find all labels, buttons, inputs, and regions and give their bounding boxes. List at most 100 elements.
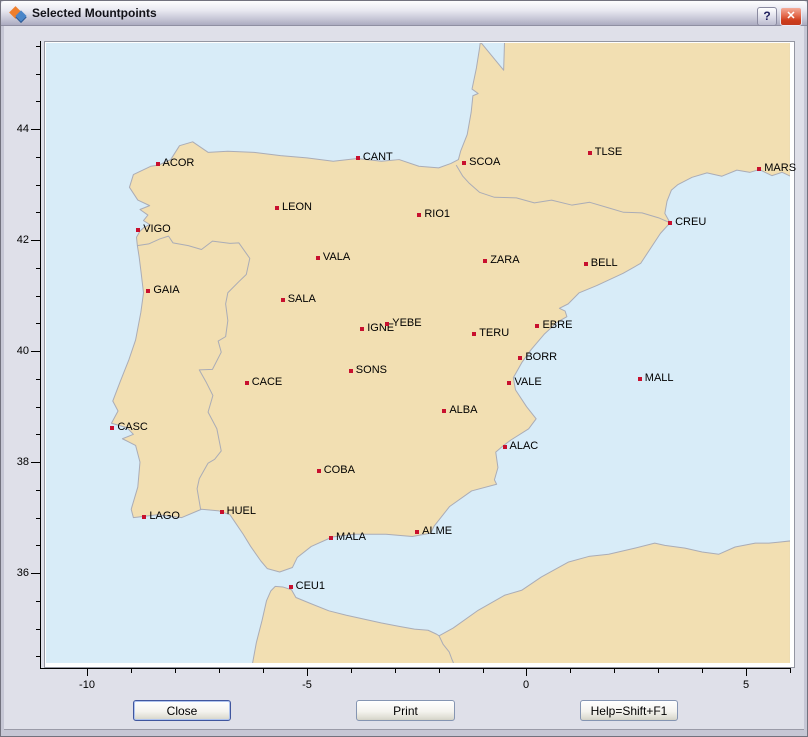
close-icon: ✕ bbox=[786, 10, 795, 22]
station-label-SCOA: SCOA bbox=[469, 156, 500, 169]
station-marker-ALAC bbox=[503, 445, 507, 449]
station-label-MALA: MALA bbox=[336, 531, 366, 544]
stations-layer: ACORCANTSCOATLSEMARSVIGOLEONRIO1CREUVALA… bbox=[46, 43, 790, 663]
x-minor-tick bbox=[658, 669, 659, 673]
window-title: Selected Mountpoints bbox=[32, 6, 157, 20]
station-marker-VIGO bbox=[136, 228, 140, 232]
station-label-CASC: CASC bbox=[117, 421, 148, 434]
window-border-bottom bbox=[1, 730, 807, 736]
y-major-tick bbox=[31, 573, 40, 574]
titlebar-close-button[interactable]: ✕ bbox=[780, 7, 802, 26]
station-marker-SONS bbox=[349, 369, 353, 373]
y-tick-label: 36 bbox=[0, 567, 29, 580]
x-major-tick bbox=[307, 669, 308, 676]
titlebar-help-button[interactable]: ? bbox=[757, 7, 777, 26]
station-marker-IGNE bbox=[360, 327, 364, 331]
station-label-CEU1: CEU1 bbox=[296, 580, 325, 593]
station-marker-MALL bbox=[638, 377, 642, 381]
x-minor-tick bbox=[175, 669, 176, 673]
station-label-ACOR: ACOR bbox=[163, 157, 195, 170]
station-label-CREU: CREU bbox=[675, 216, 706, 229]
selected-mountpoints-dialog: Selected Mountpoints ? ✕ -10-50536384042… bbox=[0, 0, 808, 737]
station-marker-CREU bbox=[668, 221, 672, 225]
station-marker-VALE bbox=[507, 381, 511, 385]
titlebar[interactable]: Selected Mountpoints ? ✕ bbox=[1, 1, 807, 26]
y-major-tick bbox=[31, 462, 40, 463]
y-minor-tick bbox=[36, 157, 40, 158]
station-marker-TERU bbox=[472, 332, 476, 336]
station-marker-ZARA bbox=[483, 259, 487, 263]
station-marker-YEBE bbox=[385, 322, 389, 326]
y-tick-label: 40 bbox=[0, 345, 29, 358]
y-minor-tick bbox=[36, 101, 40, 102]
x-minor-tick bbox=[351, 669, 352, 673]
x-minor-tick bbox=[702, 669, 703, 673]
station-label-RIO1: RIO1 bbox=[424, 208, 450, 221]
station-label-CACE: CACE bbox=[252, 376, 283, 389]
x-minor-tick bbox=[483, 669, 484, 673]
station-label-YEBE: YEBE bbox=[392, 317, 421, 330]
x-axis-line bbox=[40, 668, 791, 669]
x-minor-tick bbox=[614, 669, 615, 673]
x-minor-tick bbox=[439, 669, 440, 673]
station-marker-VALA bbox=[316, 256, 320, 260]
x-minor-tick bbox=[263, 669, 264, 673]
station-marker-HUEL bbox=[220, 510, 224, 514]
x-major-tick bbox=[746, 669, 747, 676]
station-label-ZARA: ZARA bbox=[490, 254, 519, 267]
y-minor-tick bbox=[36, 407, 40, 408]
station-marker-COBA bbox=[317, 469, 321, 473]
y-minor-tick bbox=[36, 296, 40, 297]
y-minor-tick bbox=[36, 74, 40, 75]
x-minor-tick bbox=[131, 669, 132, 673]
station-label-HUEL: HUEL bbox=[227, 505, 256, 518]
station-label-ALAC: ALAC bbox=[510, 440, 539, 453]
station-marker-SCOA bbox=[462, 161, 466, 165]
y-minor-tick bbox=[36, 185, 40, 186]
station-label-ALBA: ALBA bbox=[449, 404, 477, 417]
station-marker-EBRE bbox=[535, 324, 539, 328]
window-border-left bbox=[1, 1, 4, 736]
close-dialog-button[interactable]: Close bbox=[133, 700, 231, 721]
y-axis-line bbox=[40, 41, 41, 669]
x-minor-tick bbox=[219, 669, 220, 673]
station-marker-TLSE bbox=[588, 151, 592, 155]
station-label-ALME: ALME bbox=[422, 525, 452, 538]
x-minor-tick bbox=[395, 669, 396, 673]
station-marker-GAIA bbox=[146, 289, 150, 293]
station-label-GAIA: GAIA bbox=[153, 284, 179, 297]
station-marker-CASC bbox=[110, 426, 114, 430]
x-tick-label: -10 bbox=[67, 679, 107, 692]
y-minor-tick bbox=[36, 268, 40, 269]
station-marker-BORR bbox=[518, 356, 522, 360]
station-marker-CANT bbox=[356, 156, 360, 160]
station-marker-LAGO bbox=[142, 515, 146, 519]
help-shortcut-button[interactable]: Help=Shift+F1 bbox=[580, 700, 678, 721]
app-icon bbox=[10, 6, 27, 23]
station-label-TLSE: TLSE bbox=[595, 146, 623, 159]
x-tick-label: -5 bbox=[287, 679, 327, 692]
y-major-tick bbox=[31, 240, 40, 241]
station-marker-ALME bbox=[415, 530, 419, 534]
window-border-right bbox=[804, 1, 807, 736]
station-label-VIGO: VIGO bbox=[143, 223, 171, 236]
station-label-EBRE: EBRE bbox=[542, 319, 572, 332]
x-tick-label: 5 bbox=[726, 679, 766, 692]
station-marker-CEU1 bbox=[289, 585, 293, 589]
station-label-TERU: TERU bbox=[479, 327, 509, 340]
station-marker-ACOR bbox=[156, 162, 160, 166]
y-minor-tick bbox=[36, 518, 40, 519]
station-marker-BELL bbox=[584, 262, 588, 266]
station-marker-SALA bbox=[281, 298, 285, 302]
x-minor-tick bbox=[570, 669, 571, 673]
station-label-VALA: VALA bbox=[323, 251, 350, 264]
question-mark-icon: ? bbox=[763, 9, 770, 23]
station-label-BORR: BORR bbox=[525, 351, 557, 364]
print-button[interactable]: Print bbox=[356, 700, 455, 721]
station-label-SALA: SALA bbox=[288, 293, 316, 306]
window-border-bottom-line bbox=[4, 729, 804, 730]
y-major-tick bbox=[31, 351, 40, 352]
station-label-LAGO: LAGO bbox=[149, 510, 180, 523]
y-minor-tick bbox=[36, 212, 40, 213]
station-label-LEON: LEON bbox=[282, 201, 312, 214]
